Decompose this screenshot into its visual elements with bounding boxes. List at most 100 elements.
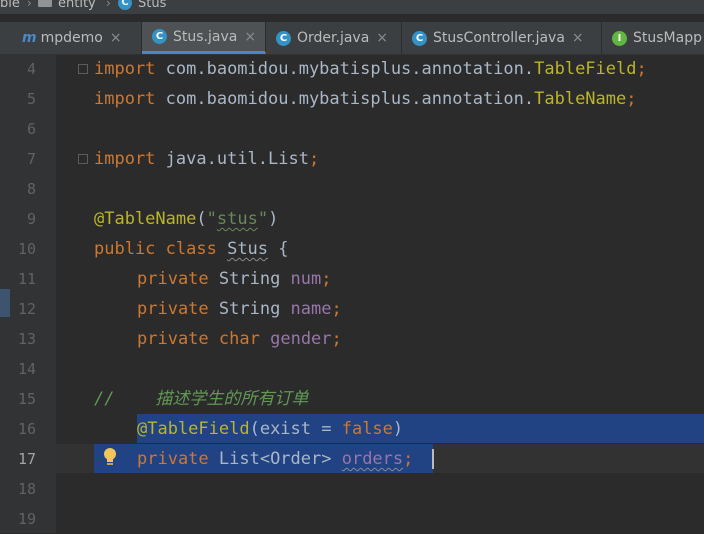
line-number: 6	[26, 120, 36, 138]
class-name: TableField	[534, 59, 637, 79]
semicolon: ;	[403, 449, 414, 469]
line-number: 18	[17, 480, 36, 498]
string-literal: stus	[216, 209, 258, 229]
class-icon: C	[118, 0, 132, 10]
text-caret	[432, 449, 434, 469]
fold-marker-icon[interactable]	[78, 64, 88, 74]
code-line-7: import java.util.List;	[94, 144, 319, 174]
interface-icon: I	[612, 30, 627, 46]
line-number: 10	[17, 240, 36, 258]
keyword: private	[137, 449, 209, 469]
keyword: import	[94, 149, 156, 169]
code-line-13: private char gender;	[137, 324, 342, 354]
semicolon: ;	[636, 59, 647, 79]
line-number: 9	[26, 210, 36, 228]
module-icon: m	[22, 29, 37, 46]
keyword: import	[94, 59, 156, 79]
primitive-type: char	[218, 329, 260, 349]
class-icon: C	[276, 30, 291, 46]
keyword: import	[94, 89, 156, 109]
type: List<Order>	[208, 449, 342, 469]
string-quote: "	[257, 209, 269, 229]
line-number: 15	[17, 390, 36, 408]
line-number-current: 17	[17, 450, 36, 468]
tab-stusmapper[interactable]: I StusMapp	[602, 22, 704, 54]
code-line-9: @TableName("stus")	[94, 204, 278, 234]
line-number: 5	[26, 90, 36, 108]
keyword: public class	[94, 239, 217, 259]
class-name: TableName	[534, 89, 627, 109]
line-number: 11	[17, 270, 36, 288]
type: String	[208, 299, 291, 319]
line-number: 4	[26, 60, 36, 78]
class-icon: C	[412, 30, 427, 46]
class-declaration-name: Stus	[227, 239, 269, 259]
line-number: 13	[17, 330, 36, 348]
breadcrumb: ble › entity › C Stus	[0, 0, 704, 14]
paren: )	[392, 419, 404, 439]
fold-marker-icon[interactable]	[78, 154, 88, 164]
semicolon: ;	[321, 269, 332, 289]
code-editor[interactable]: 4 5 6 7 8 9 10 11 12 13 14 15 16 17 18 1…	[0, 55, 704, 533]
close-icon[interactable]: ×	[376, 30, 388, 46]
line-number: 19	[17, 510, 36, 528]
tab-order-java[interactable]: C Order.java ×	[266, 22, 402, 54]
line-number: 14	[17, 360, 36, 378]
package-path: java.util.List	[155, 149, 309, 169]
code-line-5: import com.baomidou.mybatisplus.annotati…	[94, 84, 637, 114]
semicolon: ;	[626, 89, 637, 109]
code-line-10: public class Stus {	[94, 234, 289, 264]
code-line-4: import com.baomidou.mybatisplus.annotati…	[94, 54, 647, 84]
tab-label: StusMapp	[633, 30, 702, 46]
lightbulb-icon[interactable]	[102, 447, 118, 469]
package-path: com.baomidou.mybatisplus.annotation.	[155, 89, 535, 109]
brace: {	[268, 239, 289, 259]
field-name: name	[290, 299, 332, 319]
breadcrumb-item-package[interactable]: entity	[58, 0, 96, 11]
breadcrumb-item-module[interactable]: ble	[0, 0, 20, 11]
semicolon: ;	[308, 149, 320, 169]
line-number: 16	[17, 420, 36, 438]
code-line-12: private String name;	[137, 294, 342, 324]
tab-label: Order.java	[297, 30, 370, 46]
annotation-args: (exist =	[249, 419, 342, 439]
close-icon[interactable]: ×	[244, 29, 256, 45]
breadcrumb-item-class[interactable]: Stus	[138, 0, 166, 11]
line-number: 7	[26, 150, 36, 168]
breadcrumb-separator: ›	[27, 0, 32, 10]
close-icon[interactable]: ×	[572, 30, 584, 46]
tab-stus-java[interactable]: C Stus.java ×	[142, 22, 266, 54]
keyword: private	[137, 299, 209, 319]
string-quote: "	[206, 209, 217, 229]
annotation: @TableName	[94, 209, 197, 229]
tab-label: StusController.java	[433, 30, 565, 46]
annotation: @TableField	[137, 419, 250, 439]
code-line-17: private List<Order> orders;	[137, 444, 413, 474]
field-name: orders	[341, 449, 404, 469]
keyword: private	[137, 329, 209, 349]
code-line-11: private String num;	[137, 264, 332, 294]
line-number: 8	[26, 180, 36, 198]
tab-mpdemo[interactable]: m mpdemo ×	[0, 22, 142, 54]
code-line-16: @TableField(exist = false)	[137, 414, 403, 444]
class-icon: C	[152, 29, 167, 44]
paren: (	[196, 209, 207, 229]
close-icon[interactable]: ×	[110, 30, 122, 46]
package-path: com.baomidou.mybatisplus.annotation.	[155, 59, 535, 79]
editor-tab-bar: m mpdemo × C Stus.java × C Order.java × …	[0, 22, 704, 55]
paren: )	[268, 209, 279, 229]
code-line-15-comment: // 描述学生的所有订单	[94, 389, 309, 409]
semicolon: ;	[331, 329, 342, 349]
tab-stuscontroller-java[interactable]: C StusController.java ×	[402, 22, 602, 54]
field-name: gender	[270, 329, 332, 349]
field-name: num	[290, 269, 322, 289]
keyword: private	[137, 269, 209, 289]
breadcrumb-separator: ›	[106, 0, 111, 10]
line-number: 12	[17, 300, 36, 318]
tab-label: Stus.java	[173, 28, 238, 45]
keyword: false	[341, 419, 393, 439]
tab-label: mpdemo	[40, 30, 103, 46]
